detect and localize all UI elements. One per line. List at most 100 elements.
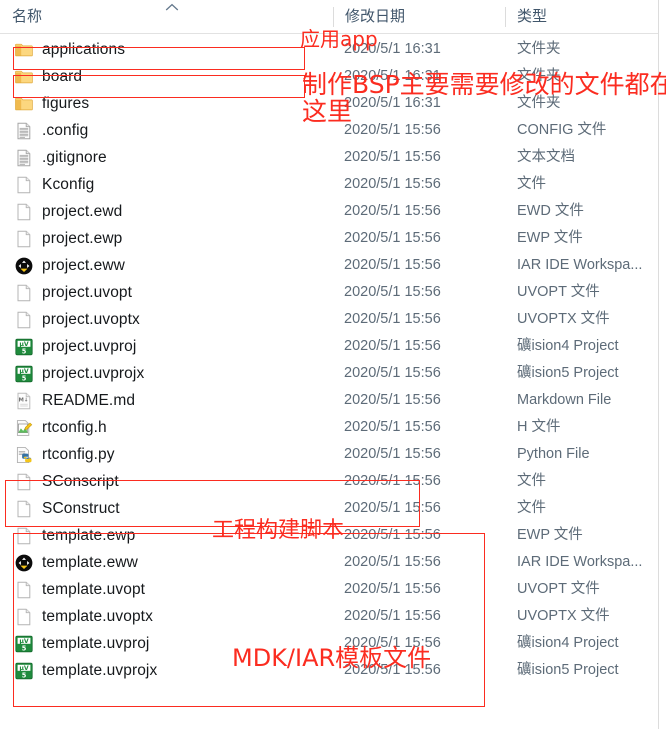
column-divider: [333, 7, 334, 27]
file-date-cell: 2020/5/1 16:31: [344, 41, 441, 57]
file-row[interactable]: .gitignore 2020/5/1 15:56 文本文档: [0, 144, 658, 171]
file-name-label: README.md: [42, 391, 136, 409]
file-type-cell: 礦ision5 Project: [517, 662, 619, 678]
file-row[interactable]: .config 2020/5/1 15:56 CONFIG 文件: [0, 117, 658, 144]
file-row[interactable]: rtconfig.py 2020/5/1 15:56 Python File: [0, 441, 658, 468]
file-name-cell[interactable]: rtconfig.py: [0, 441, 333, 468]
file-name-cell[interactable]: SConstruct: [0, 495, 333, 522]
file-row[interactable]: SConstruct 2020/5/1 15:56 文件: [0, 495, 658, 522]
svg-text:5: 5: [22, 644, 27, 652]
file-type-cell: 文件: [517, 500, 546, 516]
file-row[interactable]: µV 5 template.uvproj 2020/5/1 15:56 礦ision4 …: [0, 630, 658, 657]
file-type-cell: 文件夹: [517, 95, 561, 111]
file-date-cell: 2020/5/1 15:56: [344, 176, 441, 192]
file-date-cell: 2020/5/1 15:56: [344, 392, 441, 408]
file-date-cell: 2020/5/1 15:56: [344, 311, 441, 327]
file-row[interactable]: template.ewp 2020/5/1 15:56 EWP 文件: [0, 522, 658, 549]
file-row[interactable]: rtconfig.h 2020/5/1 15:56 H 文件: [0, 414, 658, 441]
file-name-cell[interactable]: .config: [0, 117, 333, 144]
python-file-icon: [14, 445, 34, 465]
file-name-cell[interactable]: µV 5 template.uvproj: [0, 630, 333, 657]
file-name-cell[interactable]: project.uvopt: [0, 279, 333, 306]
file-name-label: applications: [42, 40, 126, 58]
file-name-label: figures: [42, 94, 90, 112]
file-row[interactable]: project.uvoptx 2020/5/1 15:56 UVOPTX 文件: [0, 306, 658, 333]
file-date-cell: 2020/5/1 15:56: [344, 203, 441, 219]
file-name-label: template.uvproj: [42, 634, 150, 652]
file-row[interactable]: project.ewp 2020/5/1 15:56 EWP 文件: [0, 225, 658, 252]
markdown-file-icon: M↓: [14, 391, 34, 411]
column-header-name-label: 名称: [12, 8, 43, 25]
file-date-cell: 2020/5/1 15:56: [344, 257, 441, 273]
file-name-cell[interactable]: µV 5 project.uvproj: [0, 333, 333, 360]
file-name-label: board: [42, 67, 83, 85]
file-name-cell[interactable]: M↓ README.md: [0, 387, 333, 414]
file-row[interactable]: project.eww 2020/5/1 15:56 IAR IDE Workspa…: [0, 252, 658, 279]
file-name-cell[interactable]: Kconfig: [0, 171, 333, 198]
file-name-label: template.uvoptx: [42, 607, 153, 625]
file-row[interactable]: SConscript 2020/5/1 15:56 文件: [0, 468, 658, 495]
file-name-cell[interactable]: project.ewd: [0, 198, 333, 225]
vertical-scrollbar[interactable]: [658, 0, 666, 729]
file-date-cell: 2020/5/1 15:56: [344, 284, 441, 300]
file-name-cell[interactable]: board: [0, 63, 333, 90]
file-list[interactable]: applications 2020/5/1 16:31 文件夹 board 2020/5…: [0, 36, 658, 684]
file-name-label: .gitignore: [42, 148, 107, 166]
blank-document-icon: [14, 310, 34, 330]
file-row[interactable]: applications 2020/5/1 16:31 文件夹: [0, 36, 658, 63]
file-name-cell[interactable]: µV 5 template.uvprojx: [0, 657, 333, 684]
file-name-label: Kconfig: [42, 175, 95, 193]
file-row[interactable]: Kconfig 2020/5/1 15:56 文件: [0, 171, 658, 198]
file-row[interactable]: project.ewd 2020/5/1 15:56 EWD 文件: [0, 198, 658, 225]
file-date-cell: 2020/5/1 16:31: [344, 95, 441, 111]
file-row[interactable]: board 2020/5/1 16:31 文件夹: [0, 63, 658, 90]
file-row[interactable]: µV 5 project.uvproj 2020/5/1 15:56 礦ision4 P…: [0, 333, 658, 360]
file-name-label: SConscript: [42, 472, 119, 490]
file-name-label: template.ewp: [42, 526, 136, 544]
file-date-cell: 2020/5/1 15:56: [344, 365, 441, 381]
file-type-cell: 文件夹: [517, 41, 561, 57]
file-type-cell: UVOPTX 文件: [517, 311, 610, 327]
file-name-cell[interactable]: SConscript: [0, 468, 333, 495]
file-name-cell[interactable]: µV 5 project.uvprojx: [0, 360, 333, 387]
file-date-cell: 2020/5/1 15:56: [344, 446, 441, 462]
file-name-cell[interactable]: .gitignore: [0, 144, 333, 171]
column-header-date-modified[interactable]: 修改日期: [333, 0, 505, 33]
file-name-label: project.eww: [42, 256, 125, 274]
svg-text:5: 5: [22, 374, 27, 382]
file-name-cell[interactable]: project.uvoptx: [0, 306, 333, 333]
folder-icon: [14, 67, 34, 87]
file-type-cell: Markdown File: [517, 392, 612, 408]
file-name-cell[interactable]: template.ewp: [0, 522, 333, 549]
keil-uvision-icon: µV 5: [14, 661, 34, 681]
file-name-cell[interactable]: project.ewp: [0, 225, 333, 252]
file-name-label: .config: [42, 121, 89, 139]
file-row[interactable]: µV 5 template.uvprojx 2020/5/1 15:56 礦ision5…: [0, 657, 658, 684]
file-name-cell[interactable]: template.uvopt: [0, 576, 333, 603]
file-name-label: template.uvprojx: [42, 661, 158, 679]
file-row[interactable]: template.eww 2020/5/1 15:56 IAR IDE Worksp…: [0, 549, 658, 576]
file-row[interactable]: µV 5 project.uvprojx 2020/5/1 15:56 礦ision5 …: [0, 360, 658, 387]
column-header-type[interactable]: 类型: [505, 0, 658, 33]
header-file-icon: [14, 418, 34, 438]
file-row[interactable]: M↓ README.md 2020/5/1 15:56 Markdown File: [0, 387, 658, 414]
file-date-cell: 2020/5/1 15:56: [344, 473, 441, 489]
lined-document-icon: [14, 121, 34, 141]
file-name-cell[interactable]: template.uvoptx: [0, 603, 333, 630]
file-type-cell: 文件夹: [517, 68, 561, 84]
keil-uvision-icon: µV 5: [14, 634, 34, 654]
file-name-label: project.uvoptx: [42, 310, 140, 328]
file-date-cell: 2020/5/1 15:56: [344, 527, 441, 543]
iar-workspace-icon: [14, 256, 34, 276]
file-row[interactable]: project.uvopt 2020/5/1 15:56 UVOPT 文件: [0, 279, 658, 306]
file-name-cell[interactable]: applications: [0, 36, 333, 63]
file-name-cell[interactable]: template.eww: [0, 549, 333, 576]
file-name-cell[interactable]: rtconfig.h: [0, 414, 333, 441]
file-row[interactable]: template.uvopt 2020/5/1 15:56 UVOPT 文件: [0, 576, 658, 603]
file-type-cell: UVOPT 文件: [517, 284, 600, 300]
file-name-cell[interactable]: figures: [0, 90, 333, 117]
file-row[interactable]: figures 2020/5/1 16:31 文件夹: [0, 90, 658, 117]
sort-ascending-icon: [162, 2, 182, 14]
file-name-cell[interactable]: project.eww: [0, 252, 333, 279]
file-row[interactable]: template.uvoptx 2020/5/1 15:56 UVOPTX 文件: [0, 603, 658, 630]
